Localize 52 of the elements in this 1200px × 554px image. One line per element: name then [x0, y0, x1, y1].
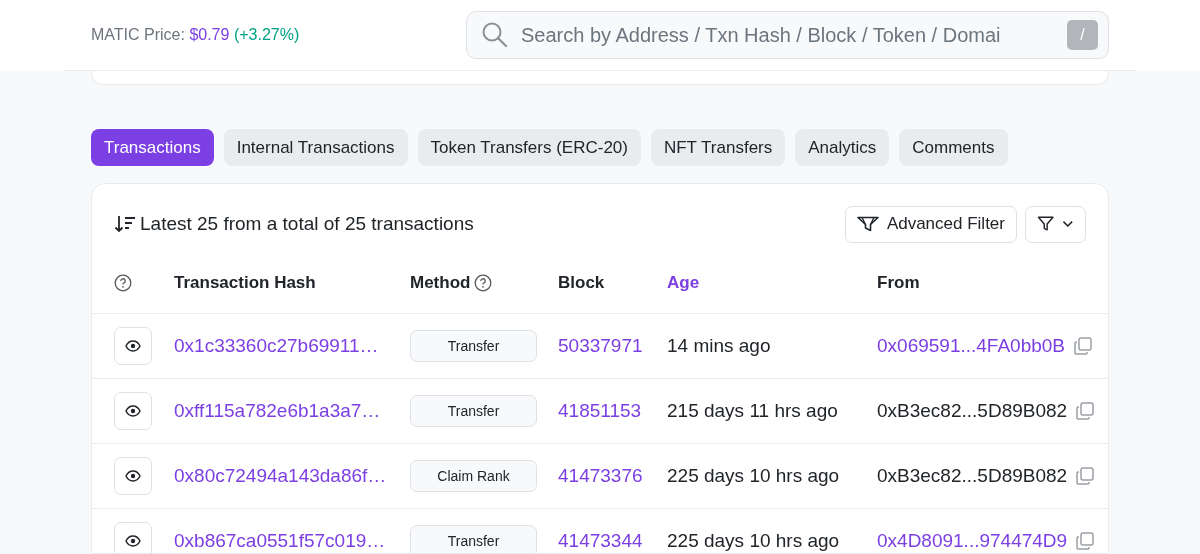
filter-dropdown-button[interactable] — [1025, 205, 1086, 243]
column-header: From — [877, 271, 920, 294]
funnel-icon — [856, 216, 879, 232]
help-icon — [114, 274, 132, 293]
tab[interactable]: NFT Transfers — [650, 129, 786, 166]
age-text: 225 days 10 hrs ago — [667, 528, 841, 553]
filter-icon — [1037, 215, 1055, 233]
price-text: MATIC Price: $0.79 (+3.27%) — [91, 25, 300, 45]
view-button[interactable] — [114, 392, 152, 430]
tab[interactable]: Internal Transactions — [223, 129, 408, 166]
column-header: Block — [558, 271, 605, 294]
method-badge: Transfer — [410, 395, 537, 427]
column-header: Method — [410, 271, 471, 294]
search-icon — [481, 21, 509, 49]
address-text: 0xB3ec82...5D89B082 — [877, 398, 1068, 423]
age-text: 225 days 10 hrs ago — [667, 463, 841, 488]
address-link[interactable]: 0x4D8091...974474D9 — [877, 526, 1068, 553]
view-button[interactable] — [114, 522, 152, 553]
tab[interactable]: Analytics — [795, 129, 890, 166]
advanced-filter-button[interactable]: Advanced Filter — [844, 205, 1017, 243]
summary-text: Latest 25 from a total of 25 transactions — [140, 211, 474, 236]
method-badge: Transfer — [410, 330, 537, 362]
sort-icon — [114, 214, 136, 234]
tab[interactable]: Transactions — [91, 129, 214, 166]
method-badge: Claim Rank — [410, 460, 537, 492]
hash-link[interactable]: 0xb867ca0551f57c019… — [174, 529, 386, 551]
method-badge: Transfer — [410, 525, 537, 553]
view-button[interactable] — [114, 457, 152, 495]
age-text: 14 mins ago — [667, 333, 772, 358]
address-link[interactable]: 0x069591...4FA0bb0B — [877, 331, 1066, 361]
block-link[interactable]: 50337971 — [558, 334, 643, 356]
view-button[interactable] — [114, 327, 152, 365]
eye-icon — [125, 340, 141, 352]
block-link[interactable]: 41473376 — [558, 464, 643, 486]
caret-icon — [1062, 220, 1074, 228]
tab[interactable]: Token Transfers (ERC-20) — [417, 129, 641, 166]
help-icon — [474, 273, 493, 292]
block-link[interactable]: 41851153 — [558, 399, 642, 421]
block-link[interactable]: 41473344 — [558, 529, 643, 551]
eye-icon — [125, 405, 141, 417]
shortcut-key: / — [1067, 20, 1098, 50]
hash-link[interactable]: 0x80c72494a143da86f… — [174, 464, 387, 486]
tab[interactable]: Comments — [899, 129, 1008, 166]
column-header: Transaction Hash — [174, 271, 316, 294]
age-text: 215 days 11 hrs ago — [667, 398, 839, 423]
column-header[interactable]: Age — [667, 269, 700, 296]
search-input[interactable]: Search by Address / Txn Hash / Block / Token / Domai — [519, 19, 1057, 51]
eye-icon — [125, 535, 141, 547]
address-text: 0xB3ec82...5D89B082 — [877, 463, 1068, 488]
hash-link[interactable]: 0x1c33360c27b69911… — [174, 334, 379, 356]
hash-link[interactable]: 0xff115a782e6b1a3a7… — [174, 399, 381, 421]
eye-icon — [125, 470, 141, 482]
